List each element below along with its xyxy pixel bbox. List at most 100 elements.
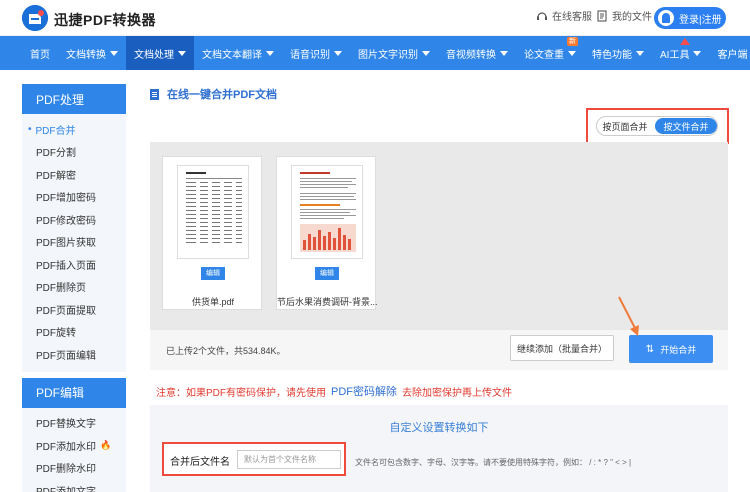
caret-down-icon [334,50,342,56]
caret-down-icon [110,50,118,56]
caret-down-icon [636,50,644,56]
nav-label: 音视频转换 [446,49,496,61]
main-nav: 首页 文档转换 文档处理 文档文本翻译 语音识别 图片文字识别 音视频转换 论文… [0,36,750,70]
caret-down-icon [568,50,576,56]
custom-settings-panel: 自定义设置转换如下 合并后文件名 默认为首个文件名称 文件名可包含数字、字母、汉… [150,405,728,492]
swap-icon: ⇅ [645,343,655,355]
fire-icon: 🔥 [100,439,112,450]
nav-label: 特色功能 [592,49,632,61]
caret-down-icon [266,50,274,56]
customer-service-link[interactable]: 在线客服 [536,8,592,23]
nav-label: 客户端 [717,49,748,61]
service-label: 在线客服 [552,12,592,23]
files-label: 我的文件 [612,12,652,23]
report-document-preview [300,172,356,252]
add-more-button[interactable]: 继续添加（批量合并） [510,335,614,361]
nav-label: 文档处理 [134,49,174,61]
sidebar-item-delete-page[interactable]: PDF删除页 [22,276,126,299]
output-name-label: 合并后文件名 [170,457,230,468]
password-notice: 注意：如果PDF有密码保护，请先使用 PDF密码解除 去除加密保护再上传文件 [156,383,512,399]
notice-prefix: 注意：如果PDF有密码保护，请先使用 [156,387,326,399]
pdf-thumbnail [177,165,249,259]
pdf-thumbnail [291,165,363,259]
page-title-text: 在线一键合并PDF文档 [167,89,277,101]
sidebar-item-add-password[interactable]: PDF增加密码 [22,186,126,209]
nav-ai-tools[interactable]: AI工具 [652,36,709,70]
caret-down-icon [422,50,430,56]
sidebar-item-insert-page[interactable]: PDF插入页面 [22,253,126,276]
nav-label: 文档文本翻译 [202,49,262,61]
caret-down-icon [693,50,702,56]
nav-doc-process[interactable]: 文档处理 [126,36,194,70]
sidebar-item-add-text[interactable]: PDF添加文字 [22,479,126,492]
sidebar-item-replace-text[interactable]: PDF替换文字 [22,412,126,435]
nav-ocr[interactable]: 图片文字识别 [350,36,438,70]
sidebar: PDF处理 PDF合并 PDF分割 PDF解密 PDF增加密码 PDF修改密码 … [22,84,126,492]
sidebar-list-process: PDF合并 PDF分割 PDF解密 PDF增加密码 PDF修改密码 PDF图片获… [22,114,126,372]
login-label: 登录|注册 [679,14,722,26]
sidebar-item-split[interactable]: PDF分割 [22,141,126,164]
logo-icon[interactable] [22,5,48,31]
output-name-hint: 文件名可包含数字、字母、汉字等。请不要使用特殊字符，例如： / : * ? " … [355,458,632,467]
settings-title: 自定义设置转换如下 [389,422,489,434]
nav-label: 首页 [30,49,50,61]
sidebar-item-decrypt[interactable]: PDF解密 [22,163,126,186]
page-title: 在线一键合并PDF文档 [150,86,277,102]
table-document-preview [186,172,242,243]
merge-mode-highlight: 按页面合并 按文件合并 [586,108,729,144]
file-name: 节后水果消费调研-背景... [277,297,377,307]
nav-label: 图片文字识别 [358,49,418,61]
merge-mode-toggle: 按页面合并 按文件合并 [596,116,718,136]
top-header: 迅捷PDF转换器 在线客服 我的文件 登录|注册 [0,0,750,36]
nav-label: 语音识别 [290,49,330,61]
sidebar-section-pdf-edit[interactable]: PDF编辑 [22,377,126,408]
sidebar-item-extract-images[interactable]: PDF图片获取 [22,231,126,254]
nav-client[interactable]: 客户端 [709,36,750,70]
hot-flag-icon [680,38,690,45]
sidebar-item-merge[interactable]: PDF合并 [22,118,126,141]
notice-suffix: 去除加密保护再上传文件 [402,387,512,399]
new-badge: 新 [567,37,578,46]
nav-plagiarism[interactable]: 论文查重新 [516,36,584,70]
sidebar-item-change-password[interactable]: PDF修改密码 [22,208,126,231]
nav-translate[interactable]: 文档文本翻译 [194,36,282,70]
sidebar-item-add-watermark[interactable]: PDF添加水印 🔥 [22,434,126,457]
pointer-arrow-icon [618,296,639,336]
upload-summary: 已上传2个文件，共534.84K。 [166,346,286,356]
file-card[interactable]: 编辑 供货单.pdf [162,156,262,310]
sidebar-item-extract-page[interactable]: PDF页面提取 [22,298,126,321]
sidebar-item-label: PDF添加水印 [36,441,96,453]
sidebar-item-page-edit[interactable]: PDF页面编辑 [22,343,126,366]
nav-doc-convert[interactable]: 文档转换 [58,36,126,70]
sidebar-section-pdf-process[interactable]: PDF处理 [22,84,126,114]
nav-label: AI工具 [660,49,690,61]
caret-down-icon [500,50,508,56]
file-card[interactable]: 编辑 节后水果消费调研-背景... [276,156,377,310]
nav-label: 文档转换 [66,49,106,61]
sidebar-item-remove-watermark[interactable]: PDF删除水印 [22,457,126,480]
login-button[interactable]: 登录|注册 [654,7,726,29]
nav-features[interactable]: 特色功能 [584,36,652,70]
nav-speech[interactable]: 语音识别 [282,36,350,70]
merge-by-file-option[interactable]: 按文件合并 [655,118,717,134]
output-name-input[interactable]: 默认为首个文件名称 [237,450,341,469]
nav-av-convert[interactable]: 音视频转换 [438,36,516,70]
merge-by-page-option[interactable]: 按页面合并 [597,120,653,133]
output-name-highlight: 合并后文件名 默认为首个文件名称 [162,442,346,476]
edit-button[interactable]: 编辑 [201,267,225,280]
user-icon [658,10,674,26]
pdf-decrypt-link[interactable]: PDF密码解除 [331,383,397,399]
caret-down-icon [178,50,186,56]
headset-icon [537,11,547,20]
nav-label: 论文查重 [524,49,564,61]
edit-button[interactable]: 编辑 [315,267,339,280]
sidebar-item-rotate[interactable]: PDF旋转 [22,321,126,344]
start-merge-label: 开始合并 [660,344,697,355]
nav-home[interactable]: 首页 [22,36,58,70]
start-merge-button[interactable]: ⇅ 开始合并 [629,335,713,363]
file-icon [597,9,607,22]
document-icon [150,88,159,100]
my-files-link[interactable]: 我的文件 [596,8,652,23]
brand-name[interactable]: 迅捷PDF转换器 [54,10,156,30]
file-name: 供货单.pdf [191,297,234,307]
